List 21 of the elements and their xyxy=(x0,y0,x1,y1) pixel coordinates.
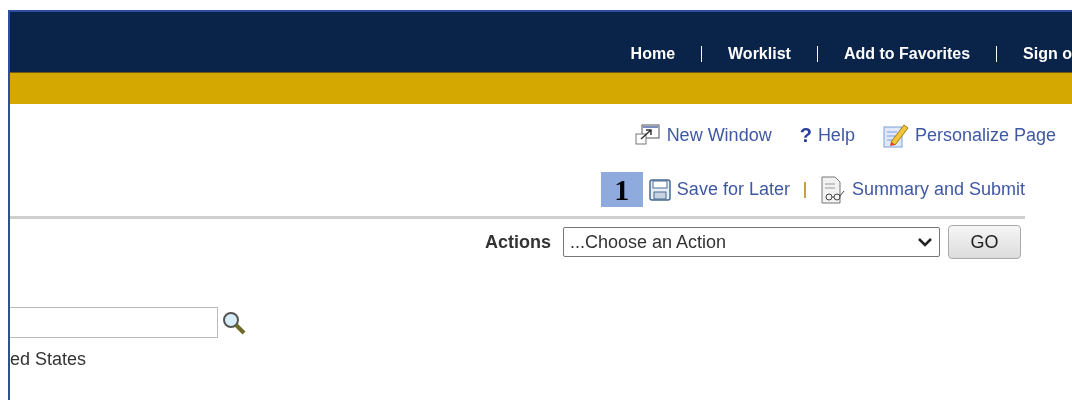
nav-link[interactable]: Add to Favorites xyxy=(816,46,997,62)
go-button[interactable]: GO xyxy=(948,225,1021,259)
new-window-icon xyxy=(634,124,661,146)
personalize-page-link[interactable]: Personalize Page xyxy=(882,116,1056,154)
nav-link[interactable]: Home xyxy=(604,46,702,62)
country-text: ed States xyxy=(10,348,88,370)
save-for-later-link[interactable]: Save for Later xyxy=(648,176,790,203)
new-window-link[interactable]: New Window xyxy=(634,116,772,154)
nav-link[interactable]: Worklist xyxy=(701,46,817,62)
document-glasses-icon xyxy=(819,175,846,204)
help-icon: ? xyxy=(799,120,812,150)
pencil-page-icon xyxy=(882,122,909,148)
nav-link[interactable]: Sign o xyxy=(996,46,1072,62)
caret-icon xyxy=(917,237,933,247)
search-field[interactable] xyxy=(10,307,218,338)
actions-label: Actions xyxy=(485,230,551,254)
summary-and-submit-link[interactable]: Summary and Submit xyxy=(819,175,1025,204)
search-icon[interactable] xyxy=(221,309,247,336)
step-number: 1 xyxy=(600,172,643,207)
action-dropdown[interactable]: ...Choose an Action xyxy=(563,227,940,257)
help-link[interactable]: ? Help xyxy=(799,116,855,154)
